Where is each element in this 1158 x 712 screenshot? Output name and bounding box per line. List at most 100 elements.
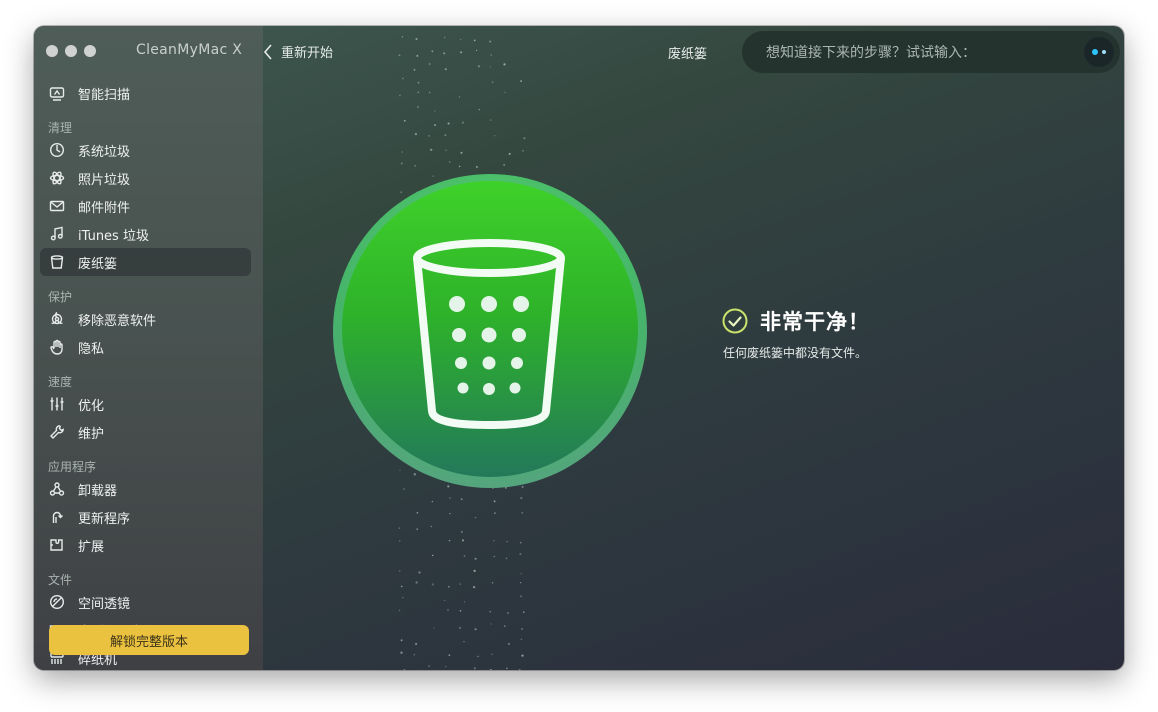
background-dot (400, 585, 403, 588)
background-dot (521, 512, 523, 514)
uninstaller-icon (48, 480, 66, 498)
background-dot (489, 611, 491, 613)
background-dot (460, 498, 463, 500)
sidebar-item-label: 智能扫描 (78, 87, 131, 103)
background-dot (443, 599, 446, 602)
background-dot (506, 540, 508, 543)
background-dot (475, 165, 478, 168)
background-dot (418, 571, 421, 574)
background-dot (416, 54, 419, 57)
sidebar-item-label: 卸载器 (78, 483, 118, 499)
background-dot (491, 81, 494, 84)
wrench-icon (48, 423, 66, 441)
sidebar-item[interactable]: 扩展 (34, 531, 263, 559)
background-dot (459, 610, 462, 612)
background-dot (458, 165, 461, 168)
background-dot (400, 639, 403, 642)
trash-icon (48, 253, 66, 271)
close-window-button[interactable] (46, 45, 58, 57)
sidebar-item[interactable]: iTunes 垃圾 (34, 220, 263, 248)
trash-bin-icon (333, 174, 647, 488)
smart-scan-icon (48, 84, 66, 102)
background-dot (400, 651, 403, 654)
background-dot (460, 530, 464, 534)
sidebar-item[interactable]: 维护 (34, 418, 263, 446)
sidebar-item[interactable]: 系统垃圾 (34, 136, 263, 164)
sidebar-item-label: 扩展 (78, 539, 105, 555)
background-dot (398, 54, 401, 57)
background-dot (461, 121, 465, 124)
background-dot (447, 122, 450, 125)
background-dot (398, 570, 401, 572)
sidebar-item[interactable]: 智能扫描 (34, 79, 263, 107)
sliders-icon (48, 395, 66, 413)
background-dot (448, 539, 451, 542)
background-dot (460, 51, 463, 54)
background-dot (475, 49, 478, 52)
sidebar-item[interactable]: 邮件附件 (34, 192, 263, 220)
hand-icon (48, 338, 66, 356)
sidebar-item[interactable]: 隐私 (34, 333, 263, 361)
background-dot (460, 38, 462, 41)
background-dot (519, 553, 522, 555)
background-dot (447, 609, 449, 611)
background-dot (520, 496, 523, 500)
sidebar-item[interactable]: 照片垃圾 (34, 164, 263, 192)
background-dot (493, 539, 495, 542)
background-dot (523, 137, 526, 140)
mail-icon (48, 197, 66, 215)
sidebar-item[interactable]: 空间透镜 (34, 588, 263, 616)
back-label: 重新开始 (281, 46, 334, 61)
background-dot (478, 108, 480, 111)
status-title: 非常干净！ (760, 310, 870, 334)
app-window: CleanMyMac X 智能扫描 清理 系统垃圾 照片垃圾 邮件附件 iTunes 垃圾… (34, 26, 1124, 670)
background-dot (491, 653, 493, 655)
background-dot (493, 555, 495, 558)
background-dot (491, 582, 494, 584)
sidebar-item-label: 邮件附件 (78, 200, 131, 216)
background-dot (463, 601, 465, 603)
extension-icon (48, 536, 66, 554)
background-dot (398, 527, 401, 529)
space-lens-icon (48, 593, 66, 611)
background-dot (493, 512, 496, 515)
background-dot (520, 638, 523, 641)
zoom-window-button[interactable] (84, 45, 96, 57)
checkmark-circle-icon (722, 308, 748, 334)
background-dot (433, 627, 435, 629)
background-dot (489, 66, 492, 68)
background-dot (490, 54, 493, 56)
background-dot (444, 134, 447, 137)
background-dot (447, 585, 450, 588)
background-dot (431, 583, 434, 586)
background-dot (505, 557, 508, 560)
background-dot (474, 628, 477, 631)
assistant-input[interactable]: 想知道接下来的步骤？试试输入： (742, 31, 1120, 73)
sidebar-item[interactable]: 移除恶意软件 (34, 305, 263, 333)
background-dot (443, 36, 446, 39)
background-dot (399, 540, 401, 542)
sidebar-item-label: 维护 (78, 426, 105, 442)
background-dot (417, 81, 420, 84)
back-button[interactable]: 重新开始 (263, 42, 333, 61)
background-dot (522, 149, 524, 152)
assistant-icon[interactable] (1084, 37, 1114, 67)
page-title: 废纸篓 (668, 47, 708, 62)
system-junk-icon (48, 141, 66, 159)
background-dot (401, 151, 404, 153)
sidebar-item[interactable]: 废纸篓 (40, 248, 251, 276)
sidebar-item[interactable]: 卸载器 (34, 475, 263, 503)
assistant-placeholder: 想知道接下来的步骤？试试输入： (766, 45, 976, 61)
sidebar-item[interactable]: 优化 (34, 390, 263, 418)
background-dot (459, 583, 462, 585)
unlock-full-version-button[interactable]: 解锁完整版本 (49, 625, 249, 655)
background-dot (503, 625, 506, 627)
music-note-icon (48, 225, 66, 243)
background-dot (431, 50, 434, 53)
background-dot (489, 668, 492, 670)
minimize-window-button[interactable] (65, 45, 77, 57)
background-dot (521, 628, 523, 630)
sidebar-item[interactable]: 更新程序 (34, 503, 263, 531)
background-dot (520, 595, 522, 597)
background-dot (493, 500, 496, 503)
